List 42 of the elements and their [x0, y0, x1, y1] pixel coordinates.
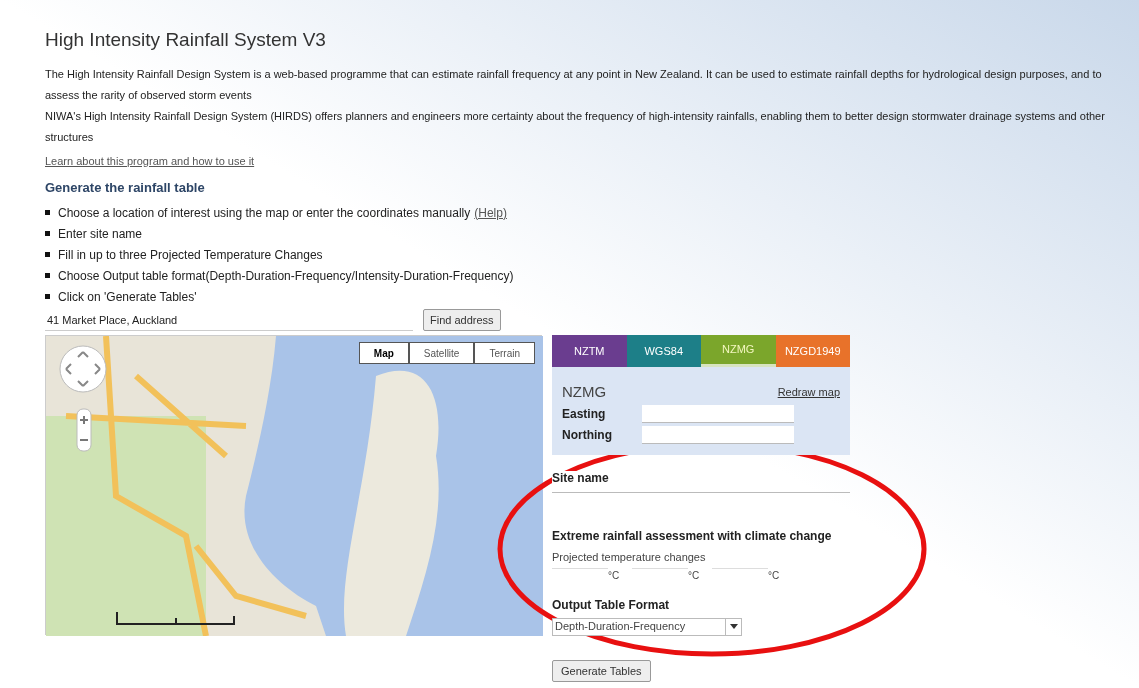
section-heading: Generate the rainfall table — [45, 178, 206, 197]
section-heading: Output Table Format — [552, 596, 671, 614]
pan-control-icon[interactable] — [58, 344, 108, 394]
map-type-tab[interactable]: Satellite — [408, 342, 475, 364]
unit-label: °C — [688, 569, 701, 583]
map-drawing[interactable] — [46, 336, 543, 636]
description-text: The High Intensity Rainfall Design System is a web-based programme that can estimate rainfall frequency at any point in New Zealand. It can be used to estimate rainfall depths for hydrological design purposes, and to assess the rarity of observed storm events — [45, 66, 1103, 103]
bullet-icon — [45, 273, 50, 278]
instruction-text: Choose Output table format(Depth-Duration-Frequency/Intensity-Duration-Frequency) — [58, 267, 514, 285]
bullet-icon — [45, 210, 50, 215]
unit-label: °C — [608, 569, 621, 583]
site-name-label: Site name — [552, 471, 611, 485]
learn-more-link[interactable]: Learn about this program and how to use it — [45, 154, 255, 167]
redraw-map-link[interactable]: Redraw map — [777, 384, 840, 401]
generate-tables-button[interactable]: Generate Tables — [552, 659, 651, 682]
bullet-icon — [45, 231, 50, 236]
field-label: Northing — [562, 427, 613, 444]
dropdown-arrow-icon — [725, 618, 741, 635]
help-link[interactable]: (Help) — [474, 203, 507, 222]
bullet-icon — [45, 294, 50, 299]
scale-bar-icon — [116, 610, 236, 626]
coordinate-field[interactable] — [642, 405, 794, 423]
coordinate-system-label: NZMG — [562, 382, 607, 402]
instruction-text: Fill in up to three Projected Temperature Changes — [58, 246, 323, 264]
page-title: High Intensity Rainfall System V3 — [45, 28, 327, 52]
find-address-button[interactable]: Find address — [423, 309, 501, 331]
instruction-text: Enter site name — [58, 225, 143, 243]
section-heading: Extreme rainfall assessment with climate change — [552, 528, 833, 545]
coordinate-field[interactable] — [642, 426, 794, 444]
output-format-dropdown[interactable]: Depth-Duration-Frequency — [552, 617, 742, 636]
field-label: Easting — [562, 406, 607, 423]
instruction-text: Click on 'Generate Tables' — [58, 288, 197, 306]
map-type-tab[interactable]: Terrain — [474, 342, 535, 364]
map-type-tab[interactable]: Map — [358, 342, 409, 364]
bullet-icon — [45, 252, 50, 257]
description-text: NIWA's High Intensity Rainfall Design System (HIRDS) offers planners and engineers more certainty about the frequency of high-intensity rainfalls, enabling them to better design stormwater drainage systems and other structures — [45, 108, 1106, 145]
subheading-text: Projected temperature changes — [552, 550, 707, 565]
coordinate-tab[interactable]: NZTM — [552, 335, 627, 367]
zoom-control-icon[interactable] — [76, 408, 92, 452]
coordinate-tab[interactable]: WGS84 — [626, 335, 701, 367]
instruction-text: Choose a location of interest using the map or enter the coordinates manually — [58, 204, 471, 222]
unit-label: °C — [768, 569, 781, 583]
